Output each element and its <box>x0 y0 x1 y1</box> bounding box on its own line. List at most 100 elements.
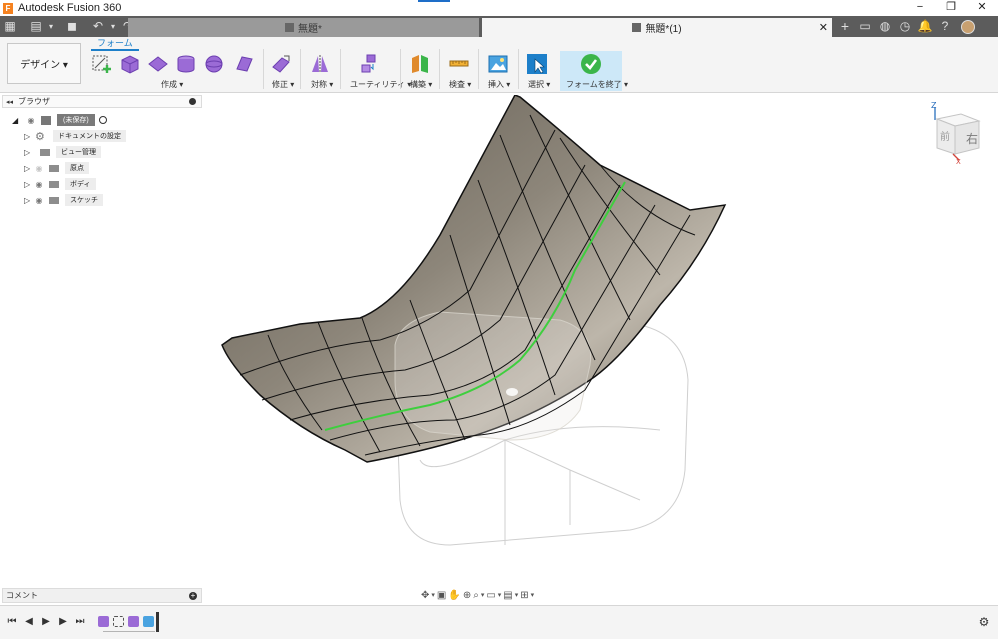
timeline-form-feature-icon[interactable] <box>128 616 139 627</box>
quadball-icon[interactable] <box>233 53 255 75</box>
timeline: ⏮ ◀ ▶ ▶ ⏭ ⚙ <box>0 605 998 639</box>
modify-group-label[interactable]: 修正 ▾ <box>272 79 294 90</box>
visibility-eye-icon[interactable]: ◉ <box>32 180 46 189</box>
viewcube[interactable]: 右 前 Z X <box>925 102 983 164</box>
chat-icon[interactable]: ▭ <box>855 16 875 37</box>
cylinder-icon[interactable] <box>175 53 197 75</box>
browser-item-named-views[interactable]: ▷ ビュー管理 <box>24 146 101 158</box>
viewcube-face-front[interactable]: 前 <box>940 130 950 143</box>
construct-icon[interactable] <box>409 53 431 75</box>
grid-dropdown-icon[interactable]: ▾ <box>515 591 519 599</box>
grid-icon[interactable]: ▦ <box>0 16 20 37</box>
viewports-icon[interactable]: ⊞ <box>520 590 528 601</box>
jobs-icon[interactable]: ◷ <box>895 16 915 37</box>
insert-group-label[interactable]: 挿入 ▾ <box>488 79 510 90</box>
timeline-sketch-feature-icon[interactable] <box>113 616 124 627</box>
create-sketch-icon[interactable] <box>91 53 113 75</box>
undo-icon[interactable]: ↶ <box>88 16 108 37</box>
display-dropdown-icon[interactable]: ▾ <box>498 591 502 599</box>
visibility-eye-icon[interactable]: ◉ <box>32 196 46 205</box>
utility-icon[interactable] <box>359 53 381 75</box>
timeline-form-feature-icon[interactable] <box>143 616 154 627</box>
select-group-label[interactable]: 選択 ▾ <box>528 79 550 90</box>
symmetry-icon[interactable] <box>309 53 331 75</box>
toolbar-divider <box>263 49 264 89</box>
fit-dropdown-icon[interactable]: ▾ <box>481 591 485 599</box>
box-icon[interactable] <box>119 53 141 75</box>
notifications-icon[interactable]: 🔔 <box>915 16 935 37</box>
create-group-label[interactable]: 作成 ▾ <box>161 79 183 90</box>
play-icon[interactable]: ▶ <box>39 615 53 629</box>
new-tab-icon[interactable]: + <box>835 16 855 37</box>
close-tab-icon[interactable]: ✕ <box>819 21 828 34</box>
symmetry-group-label[interactable]: 対称 ▾ <box>311 79 333 90</box>
help-icon[interactable]: ? <box>935 16 955 37</box>
grid-settings-icon[interactable]: ▤ <box>503 590 512 601</box>
inspect-group-label[interactable]: 検査 ▾ <box>449 79 471 90</box>
hidden-eye-icon[interactable]: ◉ <box>32 164 46 173</box>
expand-icon[interactable]: ▷ <box>24 180 32 189</box>
toolbar-divider <box>400 49 401 89</box>
sphere-icon[interactable] <box>203 53 225 75</box>
expand-icon[interactable]: ▷ <box>24 132 32 141</box>
zoom-icon[interactable]: ⊕ <box>463 590 471 601</box>
browser-title: ブラウザ <box>18 97 51 106</box>
browser-item-bodies[interactable]: ▷ ◉ ボディ <box>24 178 96 190</box>
browser-item-origin[interactable]: ▷ ◉ 原点 <box>24 162 89 174</box>
collapse-triangle-icon[interactable]: ◢ <box>12 116 24 125</box>
browser-header[interactable]: ◂◂ ブラウザ <box>2 95 202 108</box>
modify-icon[interactable] <box>270 53 292 75</box>
timeline-form-feature-icon[interactable] <box>98 616 109 627</box>
extensions-icon[interactable]: ◍ <box>875 16 895 37</box>
undo-dropdown-icon[interactable]: ▾ <box>108 16 118 37</box>
activate-component-icon[interactable] <box>98 116 107 124</box>
measure-icon[interactable] <box>448 53 470 75</box>
select-icon[interactable] <box>526 53 548 75</box>
viewports-dropdown-icon[interactable]: ▾ <box>531 591 535 599</box>
step-back-icon[interactable]: ◀ <box>22 615 36 629</box>
restore-button[interactable]: ❐ <box>936 0 966 16</box>
finish-form-label[interactable]: フォームを終了 ▾ <box>566 79 628 90</box>
look-at-icon[interactable]: ▣ <box>437 590 446 601</box>
workspace-switcher[interactable]: デザイン ▾ <box>7 43 81 84</box>
file-dropdown-icon[interactable]: ▾ <box>46 16 56 37</box>
3d-viewport[interactable] <box>205 95 998 585</box>
tab-untitled-1[interactable]: 無題*(1) ✕ <box>482 18 832 37</box>
utility-group-label[interactable]: ユーティリティ ▾ <box>350 79 411 90</box>
skip-start-icon[interactable]: ⏮ <box>5 615 19 629</box>
add-comment-icon[interactable]: + <box>189 591 197 600</box>
expand-icon[interactable]: ▷ <box>24 148 32 157</box>
browser-item-sketches[interactable]: ▷ ◉ スケッチ <box>24 194 103 206</box>
checkmark-icon[interactable] <box>580 53 602 75</box>
step-forward-icon[interactable]: ▶ <box>56 615 70 629</box>
expand-icon[interactable]: ▷ <box>24 196 32 205</box>
construct-group-label[interactable]: 構築 ▾ <box>410 79 432 90</box>
insert-image-icon[interactable] <box>487 53 509 75</box>
close-window-button[interactable]: ✕ <box>967 0 997 16</box>
file-icon[interactable]: ▤ <box>26 16 46 37</box>
fit-icon[interactable]: ⌕ <box>473 590 479 601</box>
timeline-marker[interactable] <box>156 612 159 632</box>
avatar[interactable] <box>961 19 975 34</box>
tab-form[interactable]: フォーム <box>91 38 139 51</box>
browser-options-icon[interactable] <box>189 98 196 105</box>
browser-root-row[interactable]: ◢ ◉ (未保存) <box>12 114 107 126</box>
plane-icon[interactable] <box>147 53 169 75</box>
viewcube-face-right[interactable]: 右 <box>966 131 978 146</box>
root-component-label: (未保存) <box>57 114 95 126</box>
minimize-button[interactable]: − <box>905 0 935 16</box>
timeline-settings-icon[interactable]: ⚙ <box>977 615 991 629</box>
visibility-eye-icon[interactable]: ◉ <box>24 116 38 125</box>
pan-icon[interactable]: ✋ <box>448 590 460 601</box>
browser-item-document-settings[interactable]: ▷ ⚙ ドキュメントの設定 <box>24 130 126 143</box>
skip-end-icon[interactable]: ⏭ <box>73 615 87 629</box>
orbit-icon[interactable]: ✥ <box>421 590 429 601</box>
expand-icon[interactable]: ▷ <box>24 164 32 173</box>
navigation-bar: ✥ ▾ ▣ ✋ ⊕ ⌕ ▾ ▭ ▾ ▤ ▾ ⊞ ▾ <box>421 587 577 603</box>
collapse-browser-icon[interactable]: ◂◂ <box>6 98 13 106</box>
display-settings-icon[interactable]: ▭ <box>486 590 495 601</box>
comment-panel[interactable]: コメント + <box>2 588 202 603</box>
save-icon[interactable]: ◼ <box>62 16 82 37</box>
orbit-dropdown-icon[interactable]: ▾ <box>431 591 435 599</box>
tab-untitled[interactable]: 無題* <box>128 18 479 37</box>
